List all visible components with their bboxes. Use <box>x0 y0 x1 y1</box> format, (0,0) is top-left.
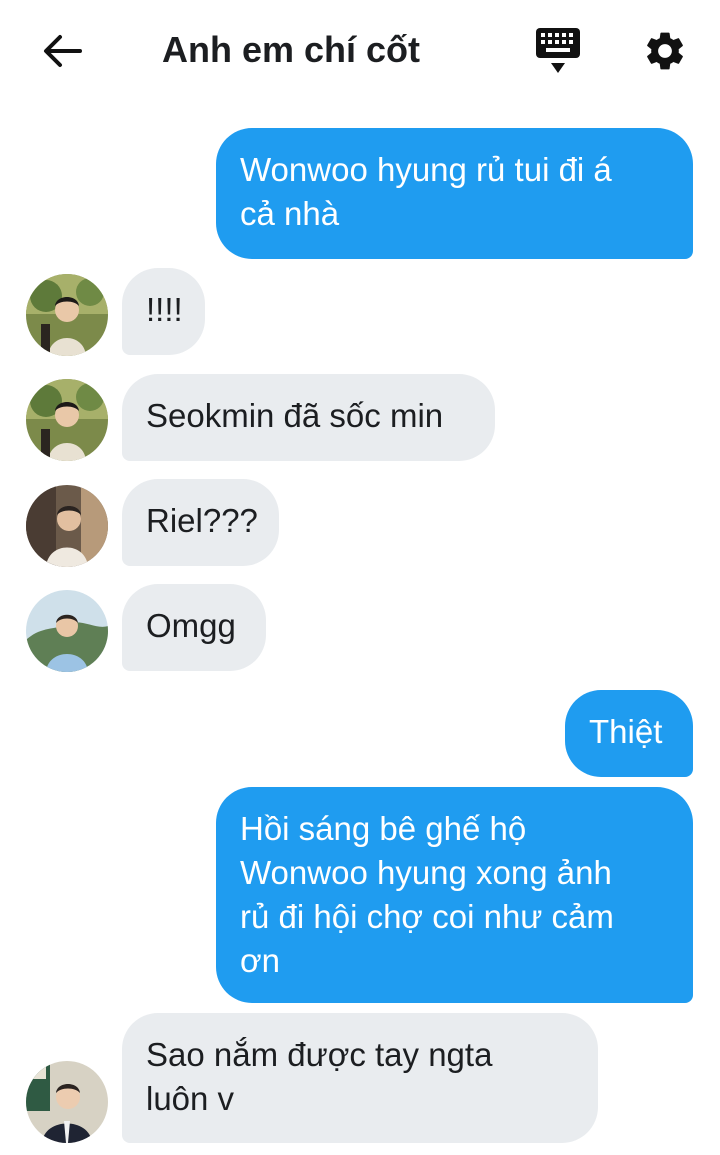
message-bubble-outgoing[interactable]: Hồi sáng bê ghế hộ Wonwoo hyung xong ảnh… <box>216 787 693 1003</box>
back-button[interactable] <box>38 30 86 72</box>
message-bubble-outgoing[interactable]: Thiệt <box>565 690 693 777</box>
settings-button[interactable] <box>640 26 690 76</box>
message-bubble-outgoing[interactable]: Wonwoo hyung rủ tui đi á cả nhà <box>216 128 693 259</box>
avatar[interactable] <box>26 590 108 672</box>
avatar[interactable] <box>26 274 108 356</box>
avatar[interactable] <box>26 1061 108 1143</box>
chat-header: Anh em chí cốt <box>0 0 720 100</box>
avatar[interactable] <box>26 379 108 461</box>
message-bubble-incoming[interactable]: !!!! <box>122 268 205 355</box>
chat-title: Anh em chí cốt <box>162 29 421 70</box>
keyboard-icon <box>536 28 580 73</box>
message-bubble-incoming[interactable]: Sao nắm được tay ngta luôn v <box>122 1013 598 1143</box>
arrow-left-icon <box>44 35 82 67</box>
gear-icon <box>647 32 683 70</box>
keyboard-button[interactable] <box>532 26 584 78</box>
message-bubble-incoming[interactable]: Seokmin đã sốc min <box>122 374 495 461</box>
message-bubble-incoming[interactable]: Omgg <box>122 584 266 671</box>
avatar[interactable] <box>26 485 108 567</box>
message-bubble-incoming[interactable]: Riel??? <box>122 479 279 566</box>
